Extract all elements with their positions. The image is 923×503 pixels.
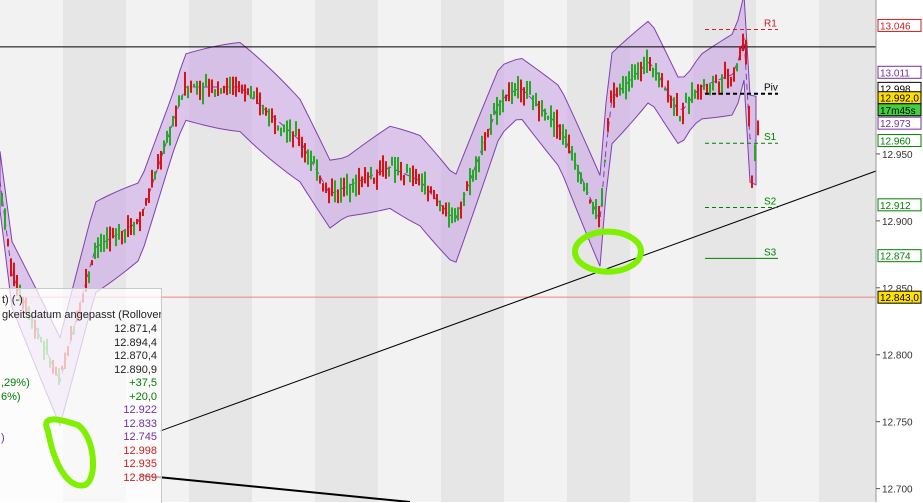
price-tag-label: 12.992,0 — [880, 94, 919, 105]
tick-label: 12.750 — [882, 418, 913, 429]
pivot-label-piv: Piv — [764, 83, 778, 94]
tick-label: 12.900 — [882, 217, 913, 228]
price-tag-label: 17m45s — [880, 106, 916, 117]
price-tag-label: 12.874 — [880, 252, 911, 263]
pivot-label-s3: S3 — [764, 247, 777, 258]
price-tag-label: 13.011 — [880, 68, 910, 79]
pivot-label-r1: R1 — [764, 18, 777, 29]
pivot-label-s2: S2 — [764, 196, 777, 207]
highlight-circle-panel — [43, 416, 97, 489]
data-window: t) (-) gkeitsdatum angepasst (Rollover) … — [0, 288, 162, 503]
session-band — [315, 0, 378, 502]
price-tag-label: 12.973 — [880, 119, 911, 130]
session-band — [819, 0, 876, 502]
session-band — [378, 0, 441, 502]
price-tag-label: 12.843,0 — [880, 293, 919, 304]
price-tag-label: 12.960 — [880, 137, 911, 148]
tick-label: 12.950 — [882, 150, 913, 161]
price-tag-label: 13.046 — [880, 21, 911, 32]
price-tag-label: 12.912 — [880, 201, 911, 212]
pivot-label-s1: S1 — [764, 132, 777, 143]
highlight-circle-stroke — [43, 416, 97, 489]
tick-label: 12.700 — [882, 485, 913, 496]
price-axis[interactable]: 12.70012.75012.80012.85012.90012.95013.0… — [875, 0, 923, 502]
tick-label: 12.800 — [882, 351, 913, 362]
